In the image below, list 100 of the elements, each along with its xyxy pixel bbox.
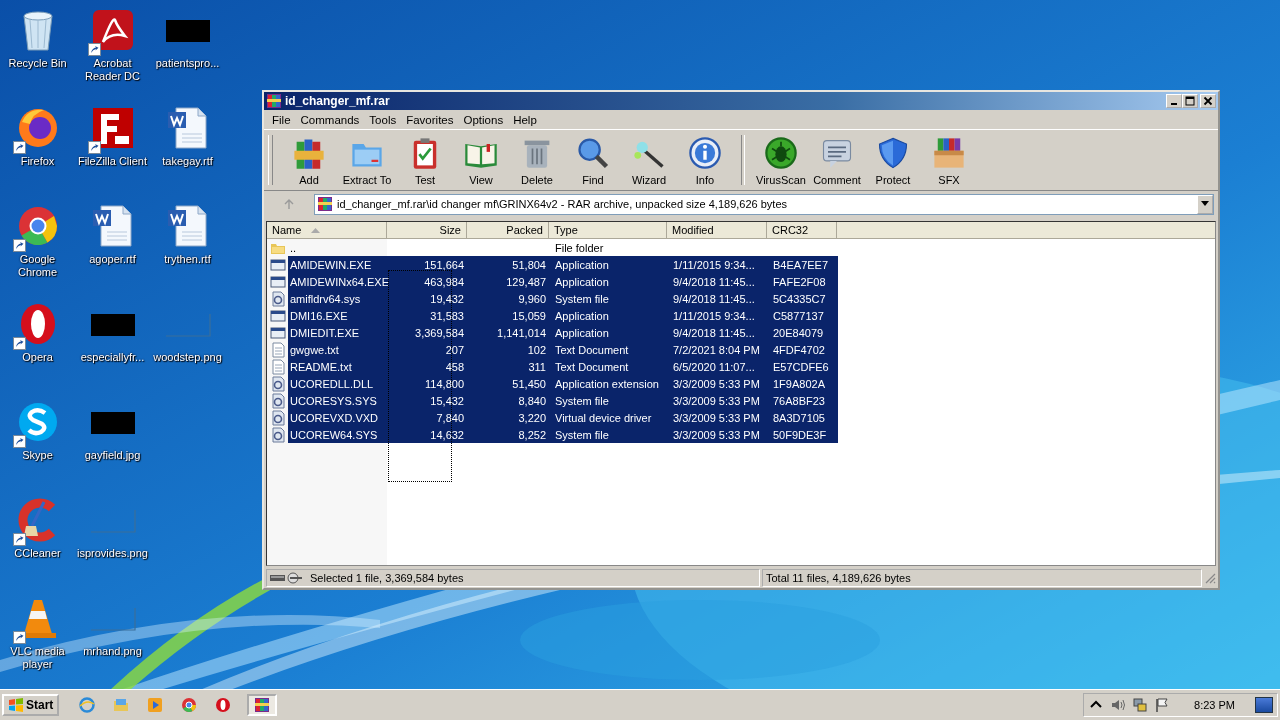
toolbar-button[interactable]: Test xyxy=(397,134,453,186)
file-row[interactable]: UCORESYS.SYS 15,432 8,840 System file 3/3/2009 5:33 PM 76A8BF23 xyxy=(288,392,838,409)
table-cell-text: 14,632 xyxy=(429,428,465,441)
desktop-icon[interactable]: Recycle Bin xyxy=(0,6,75,104)
table-cell-text: 9/4/2018 11:45... xyxy=(672,275,756,288)
toolbar-button[interactable]: Extract To xyxy=(337,134,397,186)
table-cell-text: System file xyxy=(554,394,610,407)
table-cell-text: 1/11/2015 9:34... xyxy=(672,309,756,322)
file-row[interactable]: DMI16.EXE 31,583 15,059 Application 1/11/2015 9:34... C5877137 xyxy=(288,307,838,324)
table-cell-text: Application xyxy=(554,309,610,322)
status-text: Total 11 files, 4,189,626 bytes xyxy=(766,572,911,584)
icon-label: VLC media player xyxy=(9,645,66,671)
toolbar-button[interactable]: Comment xyxy=(809,134,865,186)
menu-item[interactable]: Help xyxy=(508,113,542,126)
desktop-icon[interactable]: gayfield.jpg xyxy=(75,398,150,496)
flag-icon[interactable] xyxy=(1154,697,1171,713)
maximize-button[interactable] xyxy=(1182,94,1198,108)
table-cell-text: 8A3D7105 xyxy=(772,411,826,424)
table-cell-text: 3,369,584 xyxy=(414,326,465,339)
toolbar-button[interactable]: Add xyxy=(281,134,337,186)
close-button[interactable] xyxy=(1200,94,1216,108)
icon-label: Firefox xyxy=(19,155,56,168)
file-row[interactable]: .. File folder xyxy=(288,239,838,256)
address-field[interactable]: id_changer_mf.rar\id changer mf\GRINX64v2 - RAR archive, unpacked size 4,189,626 bytes xyxy=(314,193,1214,215)
toolbar-button[interactable]: Find xyxy=(565,134,621,186)
desktop-icon[interactable]: Opera xyxy=(0,300,75,398)
toolbar-button[interactable]: SFX xyxy=(921,134,977,186)
table-cell-text: .. xyxy=(289,241,298,254)
address-text: id_changer_mf.rar\id changer mf\GRINX64v2 - RAR archive, unpacked size 4,189,626 bytes xyxy=(337,198,788,210)
table-cell-text: Application extension xyxy=(554,377,660,390)
column-header[interactable]: Size xyxy=(387,222,467,239)
desktop-icon[interactable]: VLC media player xyxy=(0,594,75,690)
toolbar-button[interactable]: Protect xyxy=(865,134,921,186)
desktop-icon[interactable]: Firefox xyxy=(0,104,75,202)
toolbar-button[interactable]: View xyxy=(453,134,509,186)
menu-item[interactable]: File xyxy=(267,113,296,126)
file-row[interactable]: DMIEDIT.EXE 3,369,584 1,141,014 Application 9/4/2018 11:45... 20E84079 xyxy=(288,324,838,341)
column-header[interactable]: Type xyxy=(549,222,667,239)
table-cell-text: 463,984 xyxy=(423,275,465,288)
minimize-button[interactable] xyxy=(1166,94,1182,108)
file-row[interactable]: AMIDEWIN.EXE 151,664 51,804 Application 1/11/2015 9:34... B4EA7EE7 xyxy=(288,256,838,273)
desktop-icon[interactable]: patientspro... xyxy=(150,6,225,104)
menu-item[interactable]: Tools xyxy=(364,113,402,126)
table-cell-text: Application xyxy=(554,258,610,271)
archive-icon xyxy=(317,196,333,212)
desktop-icon[interactable]: mrhand.png xyxy=(75,594,150,690)
table-cell-text: 6/5/2020 11:07... xyxy=(672,360,756,373)
application-icon xyxy=(270,273,286,290)
column-header[interactable]: Name xyxy=(267,222,387,239)
dropdown-button[interactable] xyxy=(1197,194,1213,214)
resize-grip[interactable] xyxy=(1204,572,1216,584)
desktop-icon[interactable]: agoper.rtf xyxy=(75,202,150,300)
desktop-icon[interactable]: CCleaner xyxy=(0,496,75,594)
start-button[interactable]: Start xyxy=(2,694,60,716)
archive-icon xyxy=(254,697,271,713)
table-cell-text: gwgwe.txt xyxy=(289,343,340,356)
desktop-icon[interactable]: FileZilla Client xyxy=(75,104,150,202)
table-cell-text: 7,840 xyxy=(435,411,465,424)
desktop-icon[interactable]: trythen.rtf xyxy=(150,202,225,300)
desktop-icon[interactable]: especiallyfr... xyxy=(75,300,150,398)
file-row[interactable]: UCOREW64.SYS 14,632 8,252 System file 3/3/2009 5:33 PM 50F9DE3F xyxy=(288,426,838,443)
desktop-icon[interactable]: Skype xyxy=(0,398,75,496)
file-row[interactable]: README.txt 458 311 Text Document 6/5/2020 11:07... E57CDFE6 xyxy=(288,358,838,375)
speaker-icon[interactable] xyxy=(1110,697,1127,713)
icon-label: Google Chrome xyxy=(16,253,59,279)
icon-label: gayfield.jpg xyxy=(83,449,142,462)
table-cell-text: amifldrv64.sys xyxy=(289,292,362,305)
desktop-icon[interactable]: woodstep.png xyxy=(150,300,225,398)
desktop-icon[interactable]: Acrobat Reader DC xyxy=(75,6,150,104)
toolbar-button[interactable]: Wizard xyxy=(621,134,677,186)
icon-label: Acrobat Reader DC xyxy=(84,57,141,83)
taskbar-button[interactable] xyxy=(247,694,278,716)
toolbar-button[interactable]: Info xyxy=(677,134,733,186)
file-row[interactable]: AMIDEWINx64.EXE 463,984 129,487 Application 9/4/2018 11:45... FAFE2F08 xyxy=(288,273,838,290)
menu-item[interactable]: Favorites xyxy=(401,113,459,126)
network-icon[interactable] xyxy=(1132,697,1149,713)
file-row[interactable]: amifldrv64.sys 19,432 9,960 System file 9/4/2018 11:45... 5C4335C7 xyxy=(288,290,838,307)
table-cell-text: B4EA7EE7 xyxy=(772,258,830,271)
toolbar-button[interactable]: VirusScan xyxy=(753,134,809,186)
up-arrow-icon xyxy=(283,198,295,210)
chrome-icon xyxy=(181,697,198,713)
table-cell-text: System file xyxy=(554,428,610,441)
toolbar-button[interactable]: Delete xyxy=(509,134,565,186)
menu-item[interactable]: Commands xyxy=(295,113,365,126)
column-header[interactable]: Modified xyxy=(667,222,767,239)
file-row[interactable]: UCOREVXD.VXD 7,840 3,220 Virtual device driver 3/3/2009 5:33 PM 8A3D7105 xyxy=(288,409,838,426)
table-cell-text: AMIDEWIN.EXE xyxy=(289,258,373,271)
table-cell-text: UCOREW64.SYS xyxy=(289,428,379,441)
table-cell-text: 3/3/2009 5:33 PM xyxy=(672,394,761,407)
menu-item[interactable]: Options xyxy=(458,113,509,126)
file-row[interactable]: gwgwe.txt 207 102 Text Document 7/2/2021 8:04 PM 4FDF4702 xyxy=(288,341,838,358)
show-desktop-button[interactable] xyxy=(1255,697,1273,713)
column-header[interactable]: CRC32 xyxy=(767,222,837,239)
clock[interactable]: 8:23 PM xyxy=(1194,699,1235,711)
file-row[interactable]: UCOREDLL.DLL 114,800 51,450 Application extension 3/3/2009 5:33 PM 1F9A802A xyxy=(288,375,838,392)
desktop-icon[interactable]: Google Chrome xyxy=(0,202,75,300)
desktop-icon[interactable]: takegay.rtf xyxy=(150,104,225,202)
table-cell-text: Application xyxy=(554,326,610,339)
column-header[interactable]: Packed xyxy=(467,222,549,239)
desktop-icon[interactable]: isprovides.png xyxy=(75,496,150,594)
